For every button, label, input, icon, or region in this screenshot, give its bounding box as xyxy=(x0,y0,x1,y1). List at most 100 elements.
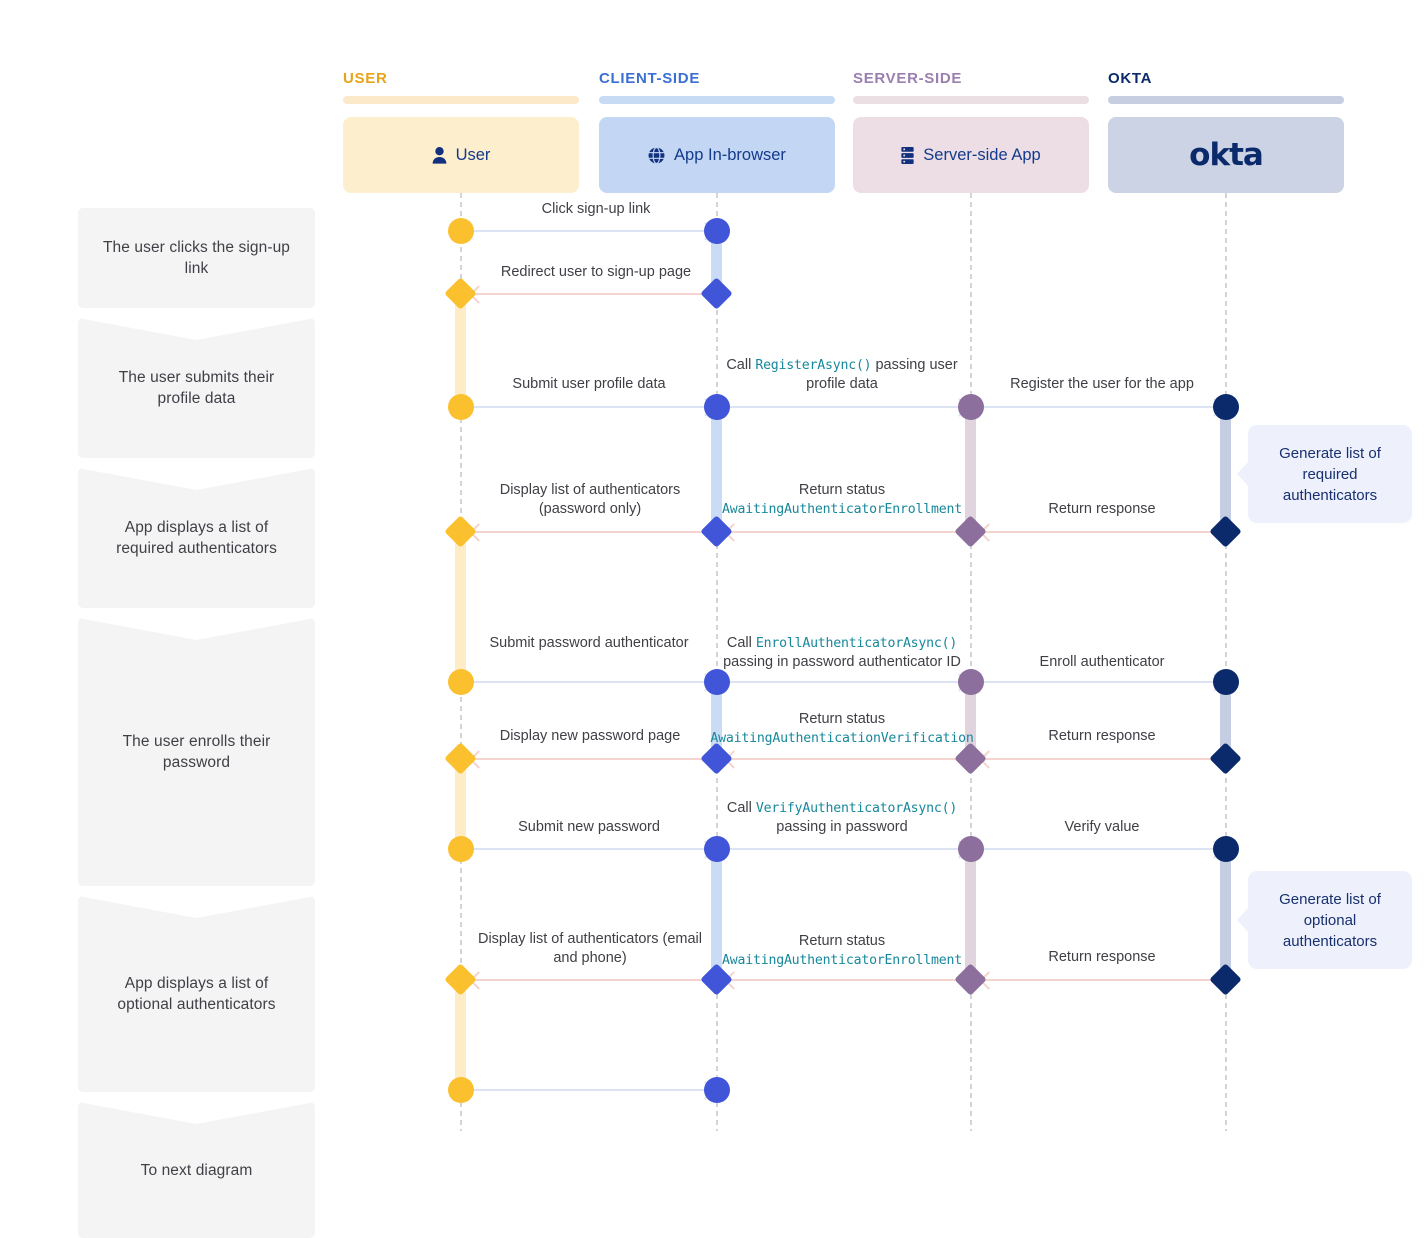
column-title-server: SERVER-SIDE xyxy=(853,70,963,87)
arrow-forward xyxy=(474,406,712,408)
arrow-forward xyxy=(729,848,966,850)
step-label: To next diagram xyxy=(140,1161,253,1179)
node-user xyxy=(444,277,477,310)
activation-user xyxy=(455,980,466,1090)
step-label: App displays a list of required authenti… xyxy=(116,519,277,557)
message-label: Submit user profile data xyxy=(512,376,666,392)
sequence-diagram: The user clicks the sign-up link The use… xyxy=(0,0,1424,1238)
node-user xyxy=(448,1077,474,1103)
activation-server xyxy=(965,407,976,532)
node-client xyxy=(704,836,730,862)
message-label: Click sign-up link xyxy=(541,201,651,217)
node-server xyxy=(958,836,984,862)
node-okta xyxy=(1209,515,1242,548)
node-client xyxy=(704,669,730,695)
message-label: Return status AwaitingAuthenticatorEnroll… xyxy=(722,482,962,517)
arrow-return xyxy=(982,531,1220,533)
node-server xyxy=(958,394,984,420)
message-label: Return response xyxy=(1048,728,1156,744)
person-icon xyxy=(432,146,447,164)
node-okta xyxy=(1213,836,1239,862)
message-label: Call EnrollAuthenticatorAsync() passing … xyxy=(723,635,961,670)
column-bar-okta xyxy=(1108,96,1344,104)
message-label: Submit new password xyxy=(518,819,660,835)
step-item: The user submits their profile data xyxy=(78,318,315,458)
column-title-okta: OKTA xyxy=(1108,70,1153,87)
arrow-forward xyxy=(984,848,1221,850)
activation-user xyxy=(455,294,466,407)
activation-okta xyxy=(1220,407,1231,532)
callout-text: Generate list of required authenticators xyxy=(1279,444,1381,504)
arrow-forward xyxy=(474,230,712,232)
step-item: The user clicks the sign-up link xyxy=(78,208,315,308)
column-bar-server xyxy=(853,96,1089,104)
globe-icon xyxy=(648,146,665,164)
node-okta xyxy=(1209,963,1242,996)
node-okta xyxy=(1213,394,1239,420)
node-server xyxy=(954,515,987,548)
message-label: Redirect user to sign-up page xyxy=(500,264,692,280)
column-bar-client xyxy=(599,96,835,104)
message-label: Submit password authenticator xyxy=(489,635,689,651)
arrow-forward xyxy=(984,681,1221,683)
message-label: Display new password page xyxy=(499,728,681,744)
step-item: App displays a list of required authenti… xyxy=(78,468,315,608)
column-title-user: USER xyxy=(343,70,388,87)
message-label: Call VerifyAuthenticatorAsync() passing … xyxy=(726,800,958,835)
message-label: Return status AwaitingAuthenticatorEnroll… xyxy=(722,933,962,968)
message-label: Register the user for the app xyxy=(1010,376,1194,392)
arrow-return xyxy=(472,979,712,981)
callout-generate-required: Generate list of required authenticators xyxy=(1237,425,1412,523)
activation-okta xyxy=(1220,849,1231,980)
arrow-return xyxy=(727,758,965,760)
message-label: Display list of authenticators (email an… xyxy=(477,931,703,966)
column-bar-user xyxy=(343,96,579,104)
arrow-forward xyxy=(984,406,1221,408)
step-item: App displays a list of optional authenti… xyxy=(78,896,315,1092)
arrow-return xyxy=(982,758,1220,760)
activation-client xyxy=(711,849,722,980)
arrow-return xyxy=(982,979,1220,981)
message-label: Enroll authenticator xyxy=(1039,654,1165,670)
node-user xyxy=(448,394,474,420)
arrow-return xyxy=(472,758,712,760)
node-user xyxy=(448,218,474,244)
node-user xyxy=(444,963,477,996)
node-user xyxy=(444,742,477,775)
node-client xyxy=(704,218,730,244)
activation-user xyxy=(455,532,466,682)
step-item: The user enrolls their password xyxy=(78,618,315,886)
participant-label: Server-side App xyxy=(923,145,1041,164)
participant-user: User xyxy=(343,117,579,193)
arrow-forward xyxy=(729,406,966,408)
node-client xyxy=(700,515,733,548)
column-title-client: CLIENT-SIDE xyxy=(599,70,701,87)
arrow-return xyxy=(472,293,712,295)
node-okta xyxy=(1209,742,1242,775)
arrow-forward xyxy=(474,1089,712,1091)
arrow-return xyxy=(727,979,965,981)
arrow-forward xyxy=(729,681,966,683)
message-label: Call RegisterAsync() passing user profil… xyxy=(726,357,958,392)
message-label: Return response xyxy=(1048,501,1156,517)
node-client xyxy=(704,1077,730,1103)
participant-okta: okta xyxy=(1108,117,1344,193)
arrow-forward xyxy=(474,681,712,683)
activation-server xyxy=(965,849,976,980)
arrow-forward xyxy=(474,848,712,850)
participant-server: Server-side App xyxy=(853,117,1089,193)
server-icon xyxy=(901,146,914,164)
participant-label: App In-browser xyxy=(674,145,786,164)
participant-client: App In-browser xyxy=(599,117,835,193)
node-client xyxy=(704,394,730,420)
step-label: The user enrolls their password xyxy=(122,733,271,771)
step-item: To next diagram xyxy=(78,1102,315,1238)
arrow-return xyxy=(727,531,965,533)
callout-text: Generate list of optional authenticators xyxy=(1279,890,1381,950)
message-label: Return response xyxy=(1048,949,1156,965)
node-okta xyxy=(1213,669,1239,695)
message-label: Verify value xyxy=(1064,819,1140,835)
participant-label: User xyxy=(455,145,491,164)
node-client xyxy=(700,277,733,310)
node-user xyxy=(448,669,474,695)
